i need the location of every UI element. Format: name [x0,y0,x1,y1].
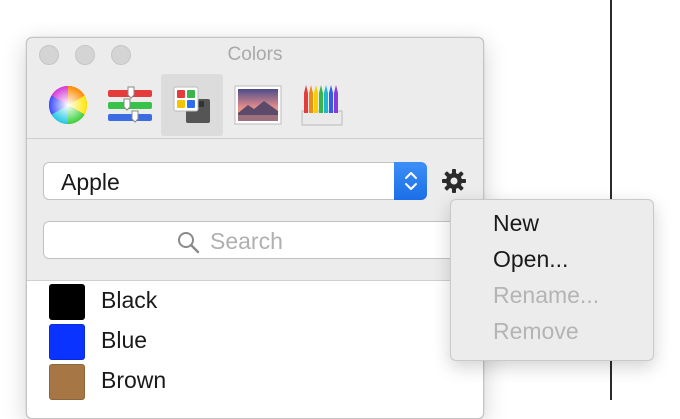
tab-image-palettes[interactable] [227,74,289,136]
color-swatch [49,364,85,400]
image-palettes-icon [234,85,282,125]
color-sliders-icon [108,86,152,123]
tab-color-sliders[interactable] [99,74,161,136]
title-bar: Colors [27,38,483,70]
colors-panel: Colors Apple Search Black Blue Brown [26,37,484,419]
color-list: Black Blue Brown [27,281,483,418]
tab-color-palettes[interactable] [161,74,223,136]
list-item[interactable]: Black [27,281,483,321]
palette-select-value: Apple [61,169,120,195]
color-name: Black [101,287,158,313]
palette-select-stepper[interactable] [394,162,427,200]
search-field[interactable]: Search [43,221,457,259]
color-palettes-icon [173,86,210,123]
color-wheel-icon [48,85,88,125]
action-menu: New Open... Rename... Remove [450,199,654,361]
color-name: Blue [101,327,148,353]
color-swatch [49,324,85,360]
chevron-up-down-icon [404,172,417,190]
menu-item-remove: Remove [493,318,579,344]
list-item[interactable]: Brown [27,361,483,401]
list-item[interactable]: Blue [27,321,483,361]
search-icon [178,232,200,254]
tab-pencils[interactable] [291,74,353,136]
tab-color-wheel[interactable] [37,74,99,136]
color-swatch [49,284,85,320]
menu-item-open[interactable]: Open... [493,246,568,273]
toolbar [27,70,483,138]
color-name: Brown [101,367,167,393]
gear-icon [442,169,466,193]
search-placeholder: Search [210,228,283,254]
palette-select[interactable]: Apple [43,162,427,200]
pencils-icon [301,85,343,126]
action-gear-button[interactable] [441,168,467,194]
menu-item-rename: Rename... [493,282,600,308]
window-title: Colors [227,44,283,65]
menu-item-new[interactable]: New [493,210,539,237]
toolbar-separator [27,138,483,139]
